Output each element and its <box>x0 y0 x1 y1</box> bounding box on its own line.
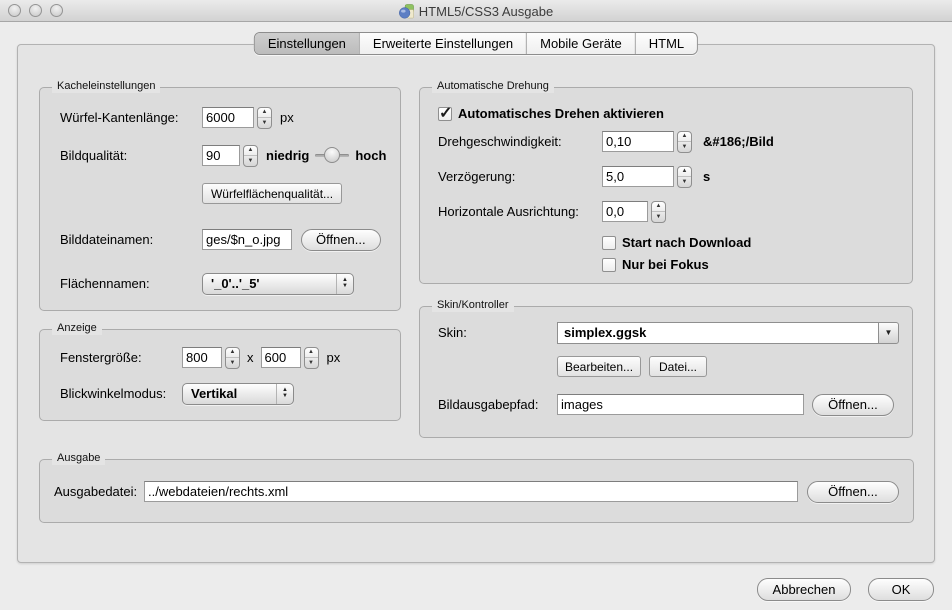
auto-rotate-checkbox[interactable] <box>438 107 452 121</box>
window-title: HTML5/CSS3 Ausgabe <box>419 4 553 19</box>
dialog-window: { "titlebar": { "title": "HTML5/CSS3 Aus… <box>0 0 952 610</box>
window-size-label: Fenstergröße: <box>60 350 182 365</box>
popup-arrows-icon: ▲▼ <box>336 274 353 294</box>
stepper-down-icon: ▼ <box>652 212 665 222</box>
output-open-button[interactable]: Öffnen... <box>807 481 899 503</box>
stepper-down-icon: ▼ <box>226 358 239 368</box>
image-filename-label: Bilddateinamen: <box>60 232 202 247</box>
tab-mobile-geraete[interactable]: Mobile Geräte <box>527 33 636 54</box>
group-title-automatische-drehung: Automatische Drehung <box>432 80 554 93</box>
delay-unit: s <box>703 169 710 184</box>
view-mode-popup[interactable]: Vertikal ▲▼ <box>182 383 294 405</box>
stepper-up-icon: ▲ <box>652 202 665 213</box>
group-anzeige: Anzeige Fenstergröße: ▲ ▼ x ▲ ▼ px Blick… <box>39 329 401 421</box>
stepper-down-icon: ▼ <box>244 156 257 166</box>
window-width-stepper[interactable]: ▲ ▼ <box>225 347 240 369</box>
size-separator: x <box>247 350 254 365</box>
horizontal-align-stepper[interactable]: ▲ ▼ <box>651 201 666 223</box>
app-icon <box>399 4 414 19</box>
rotation-speed-input[interactable] <box>602 131 674 152</box>
image-filename-input[interactable] <box>202 229 292 250</box>
image-output-path-input[interactable] <box>557 394 804 415</box>
rotation-speed-label: Drehgeschwindigkeit: <box>438 134 602 149</box>
stepper-up-icon: ▲ <box>678 167 691 178</box>
cube-edge-length-label: Würfel-Kantenlänge: <box>60 110 202 125</box>
face-names-value: '_0'..'_5' <box>203 274 336 294</box>
quality-high-label: hoch <box>355 148 386 163</box>
delay-label: Verzögerung: <box>438 169 602 184</box>
group-automatische-drehung: Automatische Drehung Automatisches Drehe… <box>419 87 913 284</box>
stepper-down-icon: ▼ <box>258 118 271 128</box>
skin-label: Skin: <box>438 325 557 340</box>
image-quality-label: Bildqualität: <box>60 148 202 163</box>
title-bar: HTML5/CSS3 Ausgabe <box>0 0 952 22</box>
stepper-down-icon: ▼ <box>678 142 691 152</box>
image-quality-slider[interactable] <box>315 147 349 164</box>
group-title-anzeige: Anzeige <box>52 322 102 335</box>
stepper-up-icon: ▲ <box>305 348 318 359</box>
window-height-stepper[interactable]: ▲ ▼ <box>304 347 319 369</box>
output-file-label: Ausgabedatei: <box>54 484 144 499</box>
tab-bar: Einstellungen Erweiterte Einstellungen M… <box>254 32 698 55</box>
cube-face-quality-button[interactable]: Würfelflächenqualität... <box>202 183 342 204</box>
cube-edge-length-unit: px <box>280 110 294 125</box>
face-names-label: Flächennamen: <box>60 276 202 291</box>
horizontal-align-input[interactable] <box>602 201 648 222</box>
start-after-download-checkbox[interactable] <box>602 236 616 250</box>
cube-edge-length-stepper[interactable]: ▲ ▼ <box>257 107 272 129</box>
skin-file-button[interactable]: Datei... <box>649 356 707 377</box>
cancel-button[interactable]: Abbrechen <box>757 578 851 601</box>
face-names-popup[interactable]: '_0'..'_5' ▲▼ <box>202 273 354 295</box>
view-mode-value: Vertikal <box>183 384 276 404</box>
auto-rotate-label: Automatisches Drehen aktivieren <box>458 106 664 121</box>
window-height-input[interactable] <box>261 347 301 368</box>
window-width-input[interactable] <box>182 347 222 368</box>
stepper-up-icon: ▲ <box>258 108 271 119</box>
group-kacheleinstellungen: Kacheleinstellungen Würfel-Kantenlänge: … <box>39 87 401 311</box>
image-output-path-label: Bildausgabepfad: <box>438 397 557 412</box>
window-size-unit: px <box>327 350 341 365</box>
cube-edge-length-input[interactable] <box>202 107 254 128</box>
tab-einstellungen[interactable]: Einstellungen <box>255 33 360 54</box>
stepper-down-icon: ▼ <box>678 177 691 187</box>
skin-value: simplex.ggsk <box>557 322 878 344</box>
delay-stepper[interactable]: ▲ ▼ <box>677 166 692 188</box>
tab-html[interactable]: HTML <box>636 33 697 54</box>
only-on-focus-checkbox[interactable] <box>602 258 616 272</box>
skin-edit-button[interactable]: Bearbeiten... <box>557 356 641 377</box>
delay-input[interactable] <box>602 166 674 187</box>
stepper-up-icon: ▲ <box>244 146 257 157</box>
filename-open-button[interactable]: Öffnen... <box>301 229 381 251</box>
horizontal-align-label: Horizontale Ausrichtung: <box>438 204 602 219</box>
stepper-up-icon: ▲ <box>226 348 239 359</box>
quality-low-label: niedrig <box>266 148 309 163</box>
group-skin-kontroller: Skin/Kontroller Skin: simplex.ggsk ▼ Bea… <box>419 306 913 438</box>
rotation-speed-unit: &#186;/Bild <box>703 134 774 149</box>
group-title-kacheleinstellungen: Kacheleinstellungen <box>52 80 160 93</box>
start-after-download-label: Start nach Download <box>622 235 751 250</box>
image-quality-stepper[interactable]: ▲ ▼ <box>243 145 258 167</box>
slider-knob[interactable] <box>324 147 340 163</box>
group-title-ausgabe: Ausgabe <box>52 452 105 465</box>
settings-pane: Kacheleinstellungen Würfel-Kantenlänge: … <box>17 44 935 563</box>
skin-combobox[interactable]: simplex.ggsk ▼ <box>557 322 899 344</box>
stepper-down-icon: ▼ <box>305 358 318 368</box>
rotation-speed-stepper[interactable]: ▲ ▼ <box>677 131 692 153</box>
ok-button[interactable]: OK <box>868 578 934 601</box>
path-open-button[interactable]: Öffnen... <box>812 394 894 416</box>
combo-dropdown-icon[interactable]: ▼ <box>878 322 899 344</box>
only-on-focus-label: Nur bei Fokus <box>622 257 709 272</box>
popup-arrows-icon: ▲▼ <box>276 384 293 404</box>
tab-erweiterte-einstellungen[interactable]: Erweiterte Einstellungen <box>360 33 527 54</box>
view-mode-label: Blickwinkelmodus: <box>60 386 182 401</box>
image-quality-input[interactable] <box>202 145 240 166</box>
stepper-up-icon: ▲ <box>678 132 691 143</box>
group-title-skin-kontroller: Skin/Kontroller <box>432 299 514 312</box>
group-ausgabe: Ausgabe Ausgabedatei: Öffnen... <box>39 459 914 523</box>
output-file-input[interactable] <box>144 481 798 502</box>
